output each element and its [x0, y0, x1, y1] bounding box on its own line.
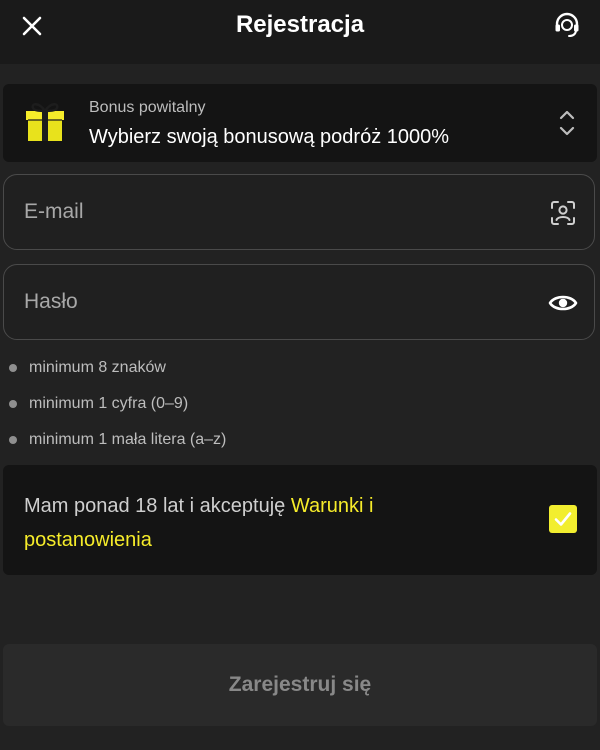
top-bar: Rejestracja: [0, 0, 600, 64]
password-rule: minimum 8 znaków: [0, 356, 600, 380]
page-title: Rejestracja: [235, 11, 365, 38]
password-rule-text: minimum 1 mała litera (a–z): [29, 431, 227, 448]
password-input[interactable]: [24, 265, 524, 339]
close-button[interactable]: [14, 8, 50, 44]
contact-lookup-icon: [551, 201, 575, 225]
password-rule: minimum 1 cyfra (0–9): [0, 392, 600, 416]
terms-text: Mam ponad 18 lat i akceptuję Warunki i p…: [24, 489, 494, 557]
bonus-label: Bonus powitalny: [89, 99, 206, 116]
chevron-up-down-icon: [559, 110, 575, 136]
password-field[interactable]: [3, 264, 595, 340]
password-rule-text: minimum 8 znaków: [29, 359, 166, 376]
bullet-icon: [9, 436, 17, 444]
bullet-icon: [9, 364, 17, 372]
terms-checkbox[interactable]: [549, 505, 577, 533]
eye-icon: [548, 295, 578, 311]
email-field[interactable]: [3, 174, 595, 250]
register-button[interactable]: Zarejestruj się: [3, 644, 597, 726]
close-icon: [22, 16, 42, 36]
checkmark-icon: [554, 512, 572, 526]
bullet-icon: [9, 400, 17, 408]
contact-lookup-button[interactable]: [548, 198, 578, 228]
email-input[interactable]: [24, 175, 524, 249]
support-button[interactable]: [548, 6, 586, 44]
bonus-value: Wybierz swoją bonusową podróż 1000%: [89, 126, 450, 148]
password-rule-text: minimum 1 cyfra (0–9): [29, 395, 189, 412]
registration-form: Bonus powitalny Wybierz swoją bonusową p…: [0, 64, 600, 750]
terms-text-before: Mam ponad 18 lat i akceptuję: [24, 495, 291, 517]
terms-consent: Mam ponad 18 lat i akceptuję Warunki i p…: [3, 465, 597, 575]
bonus-selector[interactable]: Bonus powitalny Wybierz swoją bonusową p…: [3, 84, 597, 162]
password-rule: minimum 1 mała litera (a–z): [0, 428, 600, 452]
gift-icon: [26, 103, 64, 141]
toggle-password-visibility-button[interactable]: [548, 288, 578, 318]
headset-support-icon: [555, 12, 579, 37]
